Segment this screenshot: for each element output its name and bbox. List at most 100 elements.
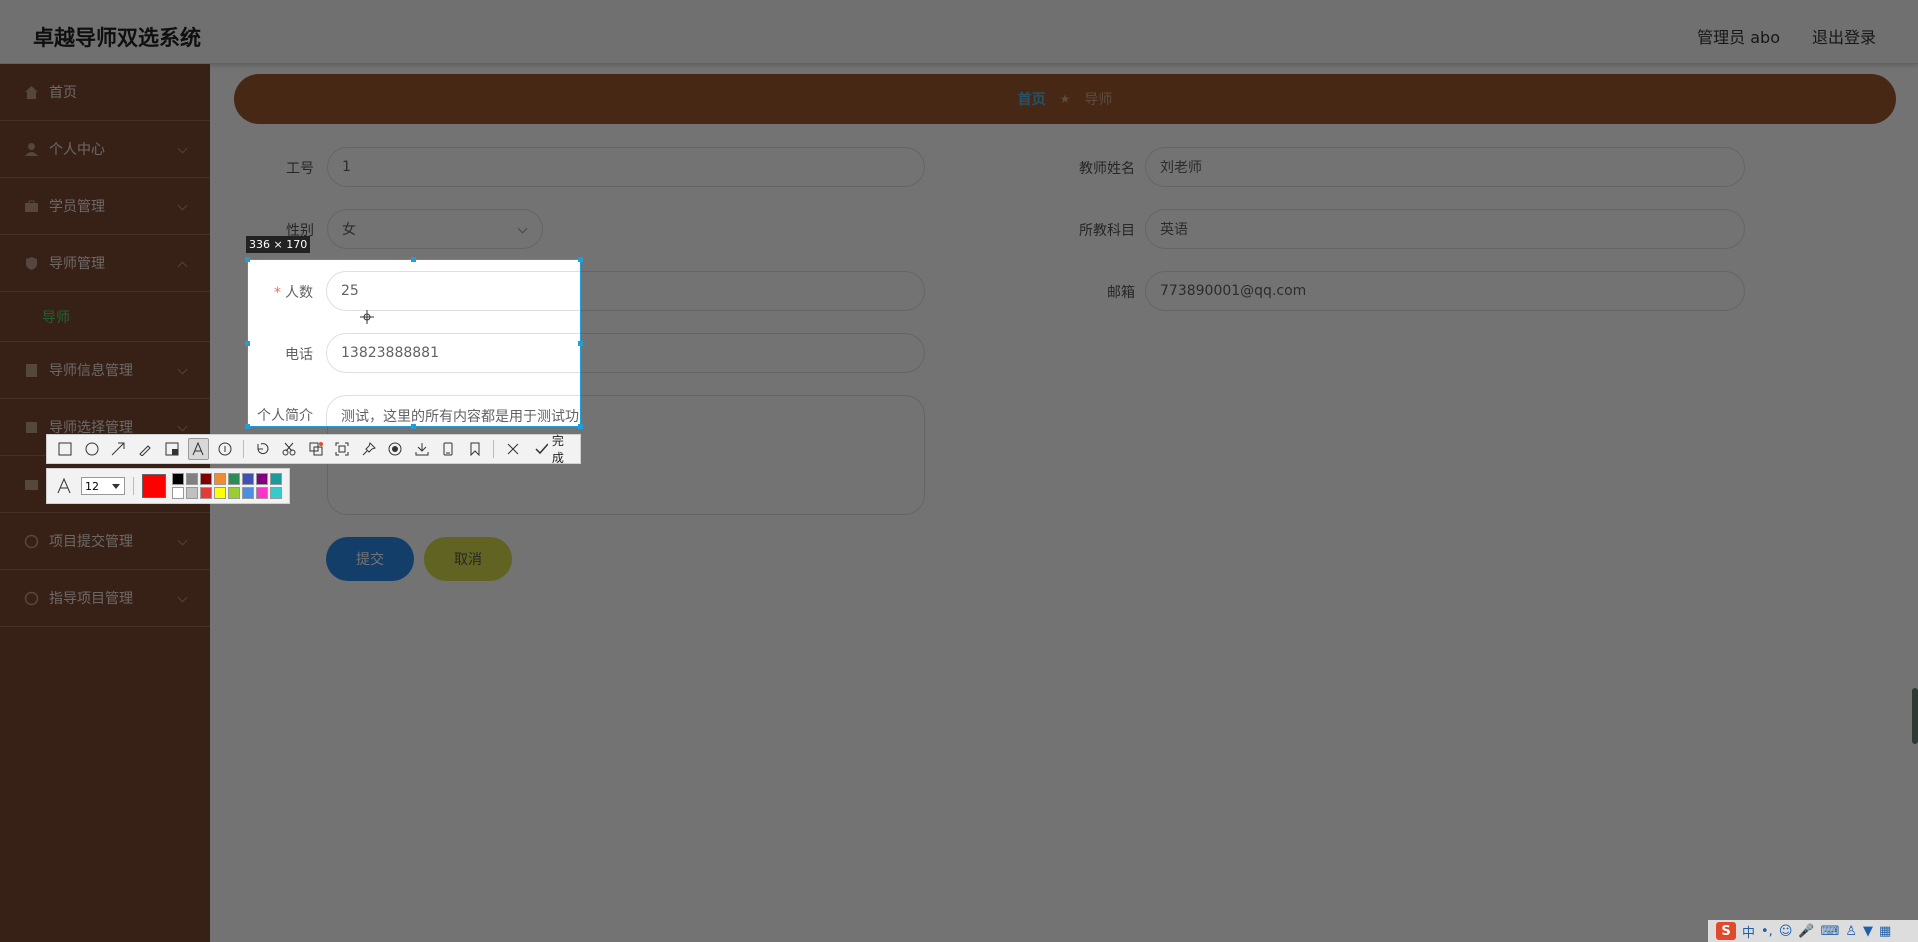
color-swatch[interactable] xyxy=(214,487,226,499)
document-icon xyxy=(24,363,39,378)
font-size-select[interactable]: 12 xyxy=(81,477,125,495)
ocr-icon[interactable] xyxy=(332,438,353,460)
text-style-palette: 12 xyxy=(46,468,290,504)
resize-handle-l[interactable] xyxy=(245,341,250,346)
app-title: 卓越导师双选系统 xyxy=(33,26,201,50)
resize-handle-tl[interactable] xyxy=(245,257,250,262)
sogou-ime-icon[interactable]: S xyxy=(1716,922,1736,940)
toolbar-separator xyxy=(243,440,245,458)
briefcase-icon xyxy=(24,199,39,214)
gender-select[interactable]: 女 xyxy=(327,209,543,249)
sidebar-item-label: 指导项目管理 xyxy=(49,591,133,607)
screenshot-selection[interactable]: * 人数 25 电话 13823888881 个人简介 测试，这里的所有内容都是用… xyxy=(247,259,581,427)
sidebar-item-profile[interactable]: 个人中心 xyxy=(0,121,210,178)
sidebar-item-tutor-info[interactable]: 导师信息管理 xyxy=(0,342,210,399)
palette-separator xyxy=(133,477,134,495)
resize-handle-tr[interactable] xyxy=(578,257,583,262)
undo-icon[interactable] xyxy=(252,438,273,460)
required-mark: * xyxy=(274,285,281,301)
color-swatch[interactable] xyxy=(186,487,198,499)
color-swatch[interactable] xyxy=(200,473,212,485)
teacher-name-input[interactable]: 刘老师 xyxy=(1145,147,1745,187)
done-label: 完成 xyxy=(551,434,564,465)
sidebar-item-students[interactable]: 学员管理 xyxy=(0,178,210,235)
pin-icon[interactable] xyxy=(358,438,379,460)
teacher-name-label: 教师姓名 xyxy=(1079,161,1135,177)
screenshot-toolbar: 完成 xyxy=(46,432,581,466)
phone-input[interactable]: 13823888881 xyxy=(326,333,581,373)
phone-send-icon[interactable] xyxy=(438,438,459,460)
color-swatch[interactable] xyxy=(172,487,184,499)
submit-button[interactable]: 提交 xyxy=(326,537,414,581)
phone-label: 电话 xyxy=(285,347,313,363)
sidebar-item-tutors[interactable]: 导师管理 xyxy=(0,235,210,292)
color-swatch[interactable] xyxy=(256,487,268,499)
sidebar-subitem-tutor[interactable]: 导师 xyxy=(0,292,210,342)
skin-icon[interactable]: ▼ xyxy=(1863,924,1873,939)
color-swatch[interactable] xyxy=(228,487,240,499)
count-label: * 人数 xyxy=(247,282,313,302)
folder-icon xyxy=(24,477,39,492)
bio-label: 个人简介 xyxy=(257,408,313,424)
subject-input[interactable]: 英语 xyxy=(1145,209,1745,249)
chevron-down-icon xyxy=(177,200,188,211)
color-swatch[interactable] xyxy=(186,473,198,485)
scrollbar-handle[interactable] xyxy=(1912,688,1918,744)
ime-mode-indicator[interactable]: 中 xyxy=(1742,922,1755,941)
done-button[interactable]: 完成 xyxy=(529,432,580,466)
toolbar-separator xyxy=(493,440,495,458)
current-color-swatch[interactable] xyxy=(142,474,166,498)
color-swatch[interactable] xyxy=(256,473,268,485)
job-no-label: 工号 xyxy=(286,161,314,177)
record-icon[interactable] xyxy=(385,438,406,460)
color-swatch[interactable] xyxy=(242,487,254,499)
resize-handle-r[interactable] xyxy=(578,341,583,346)
color-swatch[interactable] xyxy=(214,473,226,485)
resize-handle-bl[interactable] xyxy=(245,424,250,429)
sidebar-item-label: 导师管理 xyxy=(49,256,105,272)
toolbox-icon[interactable]: ▦ xyxy=(1879,924,1891,939)
text-tool-icon[interactable] xyxy=(187,438,209,460)
breadcrumb-home[interactable]: 首页 xyxy=(1018,89,1046,109)
color-swatch[interactable] xyxy=(242,473,254,485)
color-swatch[interactable] xyxy=(270,473,282,485)
count-input[interactable]: 25 xyxy=(326,271,581,311)
chevron-down-icon xyxy=(177,535,188,546)
color-swatch[interactable] xyxy=(270,487,282,499)
logout-link[interactable]: 退出登录 xyxy=(1812,24,1876,48)
job-no-input[interactable]: 1 xyxy=(327,147,925,187)
cancel-button[interactable]: 取消 xyxy=(424,537,512,581)
user-icon xyxy=(24,142,39,157)
color-swatch[interactable] xyxy=(228,473,240,485)
subject-label: 所教科目 xyxy=(1079,223,1135,239)
home-icon xyxy=(24,85,39,100)
resize-handle-b[interactable] xyxy=(411,424,416,429)
arrow-tool-icon[interactable] xyxy=(108,438,129,460)
ellipse-tool-icon[interactable] xyxy=(82,438,103,460)
color-swatch[interactable] xyxy=(200,487,212,499)
mosaic-tool-icon[interactable] xyxy=(161,438,182,460)
number-tool-icon[interactable] xyxy=(215,438,236,460)
keyboard-icon[interactable]: ⌨ xyxy=(1821,924,1840,939)
resize-handle-t[interactable] xyxy=(411,257,416,262)
resize-handle-br[interactable] xyxy=(578,424,583,429)
close-icon[interactable] xyxy=(502,438,523,460)
punctuation-icon[interactable]: •, xyxy=(1761,924,1773,939)
bio-textarea[interactable]: 测试，这里的所有内容都是用于测试功能的， 都是可以自行添加修改删除、替换的 xyxy=(326,395,581,427)
microphone-icon[interactable]: 🎤 xyxy=(1798,924,1814,939)
color-swatch[interactable] xyxy=(172,473,184,485)
download-icon[interactable] xyxy=(412,438,433,460)
scissors-icon[interactable] xyxy=(279,438,300,460)
emoji-icon[interactable]: ☺ xyxy=(1779,924,1793,939)
user-icon[interactable]: ♙ xyxy=(1845,924,1857,939)
sidebar-item-guide-project[interactable]: 指导项目管理 xyxy=(0,570,210,627)
email-input[interactable]: 773890001@qq.com xyxy=(1145,271,1745,311)
sidebar-item-project-submit[interactable]: 项目提交管理 xyxy=(0,513,210,570)
current-user[interactable]: 管理员 abo xyxy=(1697,24,1780,48)
chevron-up-icon xyxy=(177,261,188,272)
bookmark-icon[interactable] xyxy=(465,438,486,460)
rectangle-tool-icon[interactable] xyxy=(55,438,76,460)
sidebar-item-home[interactable]: 首页 xyxy=(0,64,210,121)
pen-tool-icon[interactable] xyxy=(135,438,156,460)
translate-icon[interactable] xyxy=(305,438,326,460)
